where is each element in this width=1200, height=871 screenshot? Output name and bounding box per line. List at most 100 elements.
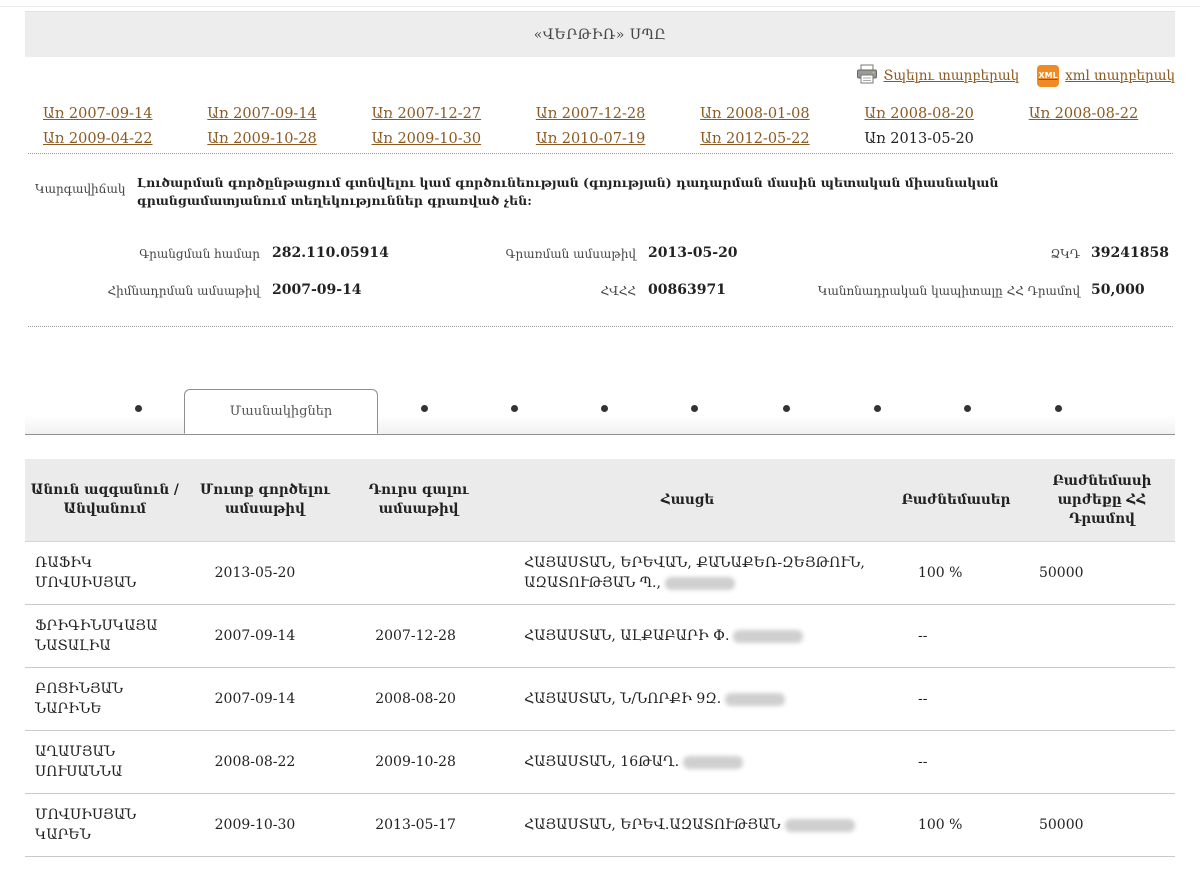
top-rule bbox=[0, 6, 1200, 7]
founded-value: 2007-09-14 bbox=[272, 282, 362, 298]
company-name: «ՎԵՐԹԻՌ» ՍՊԸ bbox=[533, 26, 667, 43]
entry-date: 2007-09-14 bbox=[184, 604, 346, 668]
exit-date: 2008-08-20 bbox=[345, 667, 493, 731]
table-row: ՖՐԻԳԻՆՍԿԱՅԱ ՆԱՏԱԼԻԱ 2007-09-14 2007-12-2… bbox=[25, 604, 1175, 668]
tab-dot[interactable] bbox=[691, 405, 698, 412]
exit-date: 2007-12-28 bbox=[345, 604, 493, 668]
founded-label: Հիմնադրման ամսաթիվ bbox=[107, 284, 260, 298]
tab-dot[interactable] bbox=[874, 405, 881, 412]
divider bbox=[28, 153, 1173, 154]
divider bbox=[28, 326, 1173, 327]
tab-participants[interactable]: Մասնակիցներ bbox=[184, 389, 378, 434]
participant-name: ՖՐԻԳԻՆՍԿԱՅԱ ՆԱՏԱԼԻԱ bbox=[25, 604, 185, 668]
export-actions: Տպելու տարբերակ XML xml տարբերակ bbox=[856, 64, 1175, 88]
address-cell: ՀԱՅԱՍՏԱՆ, 16ԹԱՂ. bbox=[492, 730, 883, 794]
version-history: Առ 2007-09-14 Առ 2007-09-14 Առ 2007-12-2… bbox=[25, 101, 1175, 151]
section-tabs: Մասնակիցներ bbox=[25, 388, 1175, 435]
version-link[interactable]: Առ 2007-12-28 bbox=[518, 106, 682, 122]
col-value-header: Բաժնեմասի արժեքը ՀՀ Դրամով bbox=[1028, 459, 1175, 542]
address-text: ՀԱՅԱՍՏԱՆ, ԵՐԵՎ.ԱԶԱՏՈՒԹՅԱՆ bbox=[524, 817, 781, 833]
version-link[interactable]: Առ 2008-01-08 bbox=[682, 106, 846, 122]
code-value: 39241858 bbox=[1091, 245, 1169, 261]
share: 100 % bbox=[882, 793, 1029, 857]
redacted-block bbox=[725, 692, 786, 706]
company-header: «ՎԵՐԹԻՌ» ՍՊԸ bbox=[25, 11, 1175, 57]
table-header-row: Անուն ազգանուն / Անվանում Մուտք գործելու… bbox=[25, 459, 1175, 542]
version-link[interactable]: Առ 2008-08-22 bbox=[1011, 106, 1175, 122]
status-text: Լուծարման գործընթացում գտնվելու կամ գործ… bbox=[137, 175, 999, 208]
participant-name: ՌԱՖԻԿ ՄՈՎՍԻՍՅԱՆ bbox=[25, 541, 185, 605]
record-date-label: Գրառման ամսաթիվ bbox=[505, 247, 636, 261]
version-link[interactable]: Առ 2009-10-30 bbox=[354, 131, 518, 147]
tab-dot[interactable] bbox=[1055, 405, 1062, 412]
xml-version-link[interactable]: XML xml տարբերակ bbox=[1037, 65, 1175, 87]
share-value bbox=[1028, 667, 1175, 731]
table-row: ՄՈՎՍԻՍՅԱՆ ԿԱՐԵՆ 2009-10-30 2013-05-17 ՀԱ… bbox=[25, 793, 1175, 857]
version-link[interactable]: Առ 2007-09-14 bbox=[25, 106, 189, 122]
status-label: Կարգավիճակ bbox=[35, 182, 126, 196]
print-version-link[interactable]: Տպելու տարբերակ bbox=[856, 64, 1020, 88]
col-name-header: Անուն ազգանուն / Անվանում bbox=[25, 459, 185, 542]
share-value: 50000 bbox=[1028, 541, 1175, 605]
table-row: ՌԱՖԻԿ ՄՈՎՍԻՍՅԱՆ 2013-05-20 ՀԱՅԱՍՏԱՆ, ԵՐԵ… bbox=[25, 541, 1175, 605]
printer-icon bbox=[856, 64, 878, 88]
version-link[interactable]: Առ 2009-04-22 bbox=[25, 131, 189, 147]
version-link[interactable]: Առ 2007-12-27 bbox=[354, 106, 518, 122]
table-row: ԱՂԱՄՅԱՆ ՍՈՒՍԱՆՆԱ 2008-08-22 2009-10-28 Հ… bbox=[25, 730, 1175, 794]
xml-icon: XML bbox=[1037, 65, 1060, 87]
share: -- bbox=[882, 667, 1029, 731]
participant-name: ԱՂԱՄՅԱՆ ՍՈՒՍԱՆՆԱ bbox=[25, 730, 185, 794]
tab-participants-label: Մասնակիցներ bbox=[229, 404, 333, 419]
version-link[interactable]: Առ 2012-05-22 bbox=[682, 131, 846, 147]
reg-number-label: Գրանցման համար bbox=[139, 247, 260, 261]
tab-dot[interactable] bbox=[601, 405, 608, 412]
reg-number-value: 282.110.05914 bbox=[272, 245, 389, 261]
address-cell: ՀԱՅԱՍՏԱՆ, ԱԼՔԱԲԱՐԻ Փ. bbox=[492, 604, 883, 668]
print-version-label: Տպելու տարբերակ bbox=[883, 68, 1020, 84]
version-link[interactable]: Առ 2008-08-20 bbox=[846, 106, 1010, 122]
tin-label: ՀՎՀՀ bbox=[600, 284, 636, 298]
entry-date: 2008-08-22 bbox=[184, 730, 346, 794]
address-text: ՀԱՅԱՍՏԱՆ, Ն/ՆՈՐՔԻ 9Զ. bbox=[524, 691, 722, 707]
tab-dot[interactable] bbox=[135, 405, 142, 412]
tab-dot[interactable] bbox=[964, 405, 971, 412]
table-row: ԲՈՑԻՆՅԱՆ ՆԱՐԻՆԵ 2007-09-14 2008-08-20 ՀԱ… bbox=[25, 667, 1175, 731]
share: -- bbox=[882, 730, 1029, 794]
entry-date: 2007-09-14 bbox=[184, 667, 346, 731]
col-exit-header: Դուրս գալու ամսաթիվ bbox=[345, 459, 493, 542]
address-text: ՀԱՅԱՍՏԱՆ, 16ԹԱՂ. bbox=[524, 754, 680, 770]
address-cell: ՀԱՅԱՍՏԱՆ, ԵՐԵՎ.ԱԶԱՏՈՒԹՅԱՆ bbox=[492, 793, 883, 857]
exit-date bbox=[345, 541, 493, 605]
tab-dot[interactable] bbox=[783, 405, 790, 412]
col-entry-header: Մուտք գործելու ամսաթիվ bbox=[184, 459, 346, 542]
share-value bbox=[1028, 604, 1175, 668]
redacted-block bbox=[664, 576, 735, 590]
address-cell: ՀԱՅԱՍՏԱՆ, ԵՐԵՎԱՆ, ՔԱՆԱՔԵՌ-ԶԵՅԹՈՒՆ, ԱԶԱՏՈ… bbox=[492, 541, 883, 605]
share: -- bbox=[882, 604, 1029, 668]
exit-date: 2009-10-28 bbox=[345, 730, 493, 794]
version-link[interactable]: Առ 2010-07-19 bbox=[518, 131, 682, 147]
current-version: Առ 2013-05-20 bbox=[864, 130, 974, 147]
entry-date: 2009-10-30 bbox=[184, 793, 346, 857]
xml-version-label: xml տարբերակ bbox=[1065, 68, 1175, 84]
tab-dot[interactable] bbox=[421, 405, 428, 412]
version-link[interactable]: Առ 2007-09-14 bbox=[189, 106, 353, 122]
capital-value: 50,000 bbox=[1091, 282, 1145, 298]
capital-label: Կանոնադրական կապիտալը ՀՀ Դրամով bbox=[817, 284, 1080, 298]
tab-dot[interactable] bbox=[511, 405, 518, 412]
redacted-block bbox=[683, 755, 744, 769]
share-value bbox=[1028, 730, 1175, 794]
col-address-header: Հասցե bbox=[492, 459, 883, 542]
version-row: Առ 2007-09-14 Առ 2007-09-14 Առ 2007-12-2… bbox=[25, 101, 1175, 126]
code-label: ՁԿԴ bbox=[1050, 247, 1080, 261]
address-cell: ՀԱՅԱՍՏԱՆ, Ն/ՆՈՐՔԻ 9Զ. bbox=[492, 667, 883, 731]
participant-name: ԲՈՑԻՆՅԱՆ ՆԱՐԻՆԵ bbox=[25, 667, 185, 731]
tin-value: 00863971 bbox=[648, 282, 726, 298]
address-text: ՀԱՅԱՍՏԱՆ, ԱԼՔԱԲԱՐԻ Փ. bbox=[524, 628, 730, 644]
entry-date: 2013-05-20 bbox=[184, 541, 346, 605]
exit-date: 2013-05-17 bbox=[345, 793, 493, 857]
version-link[interactable]: Առ 2009-10-28 bbox=[189, 131, 353, 147]
redacted-block bbox=[784, 818, 855, 832]
share-value: 50000 bbox=[1028, 793, 1175, 857]
participant-name: ՄՈՎՍԻՍՅԱՆ ԿԱՐԵՆ bbox=[25, 793, 185, 857]
